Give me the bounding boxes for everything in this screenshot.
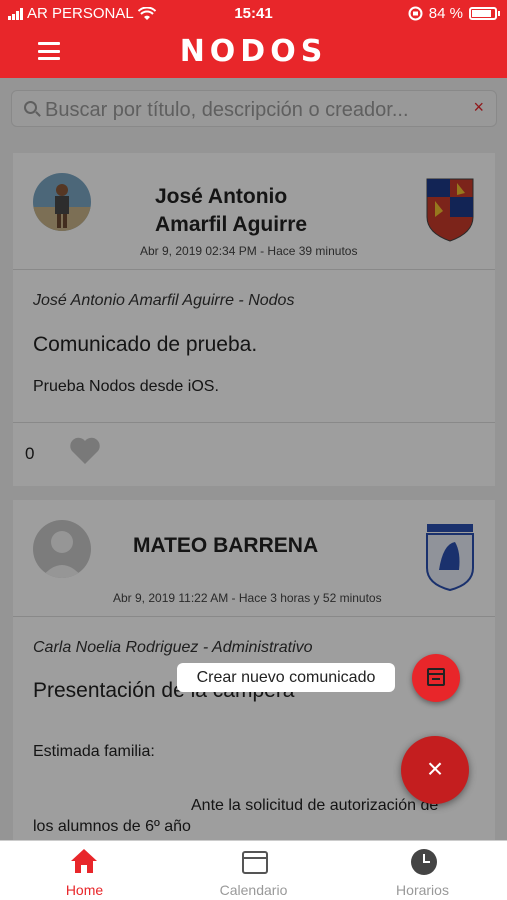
tab-bar: Home Calendario Horarios <box>0 840 507 900</box>
tab-calendar[interactable]: Calendario <box>169 841 338 900</box>
status-bar: AR PERSONAL 15:41 84 % <box>0 0 507 28</box>
app-logo: NODOS <box>179 34 328 69</box>
clock-icon <box>411 849 437 875</box>
orientation-lock-icon <box>408 6 423 21</box>
modal-backdrop[interactable] <box>0 78 507 840</box>
new-announcement-button[interactable] <box>412 654 460 702</box>
tab-label: Calendario <box>219 882 288 898</box>
status-right: 84 % <box>408 5 500 22</box>
battery-percent: 84 % <box>428 5 463 22</box>
tab-schedule[interactable]: Horarios <box>338 841 507 900</box>
app-header: NODOS <box>0 28 507 78</box>
home-icon <box>71 849 97 873</box>
close-fab-button[interactable]: × <box>401 736 469 804</box>
battery-icon <box>469 7 500 20</box>
calendar-icon <box>427 668 445 686</box>
tab-label: Horarios <box>396 882 449 898</box>
fab-tooltip[interactable]: Crear nuevo comunicado <box>177 663 395 692</box>
calendar-icon <box>242 851 268 874</box>
tab-home[interactable]: Home <box>0 841 169 900</box>
tab-label: Home <box>65 882 104 898</box>
